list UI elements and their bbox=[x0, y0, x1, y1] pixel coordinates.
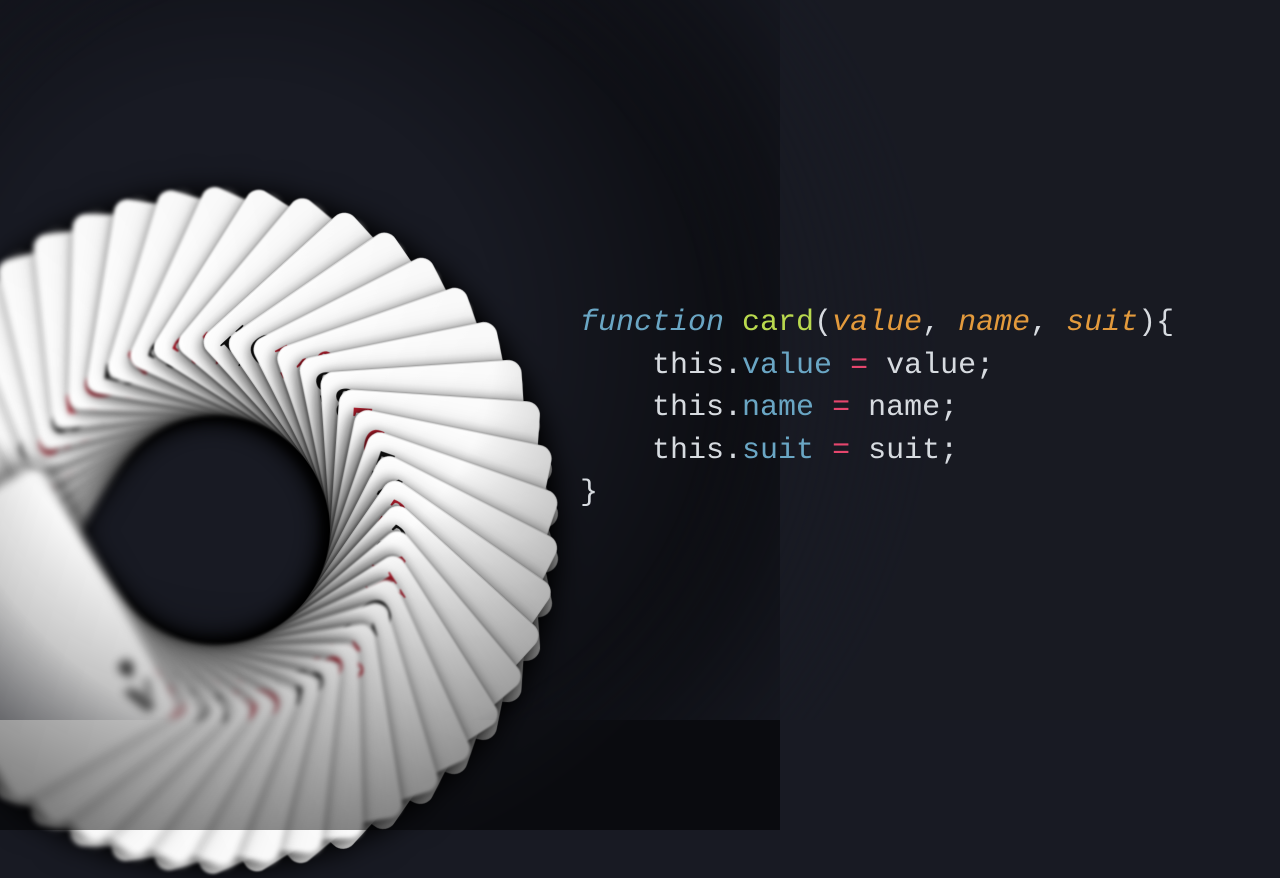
comma: , bbox=[1030, 306, 1066, 340]
brace-close: } bbox=[580, 476, 598, 510]
keyword-this: this bbox=[652, 391, 724, 425]
paren-close: ) bbox=[1138, 306, 1156, 340]
keyword-this: this bbox=[652, 349, 724, 383]
indent bbox=[580, 434, 652, 468]
card-suit-icon: ♣ bbox=[110, 650, 141, 685]
dot: . bbox=[724, 434, 742, 468]
ident-value: value bbox=[886, 349, 976, 383]
semi: ; bbox=[976, 349, 994, 383]
equals: = bbox=[832, 349, 886, 383]
param-value: value bbox=[832, 306, 922, 340]
brace-open: { bbox=[1156, 306, 1174, 340]
keyword-function: function bbox=[580, 306, 724, 340]
keyword-this: this bbox=[652, 434, 724, 468]
code-snippet: function card(value, name, suit){ this.v… bbox=[580, 302, 1174, 515]
paren-open: ( bbox=[814, 306, 832, 340]
param-name: name bbox=[958, 306, 1030, 340]
dot: . bbox=[724, 349, 742, 383]
prop-name: name bbox=[742, 391, 814, 425]
semi: ; bbox=[940, 391, 958, 425]
function-name: card bbox=[742, 306, 814, 340]
ident-suit: suit bbox=[868, 434, 940, 468]
param-suit: suit bbox=[1066, 306, 1138, 340]
equals: = bbox=[814, 391, 868, 425]
equals: = bbox=[814, 434, 868, 468]
indent bbox=[580, 391, 652, 425]
prop-value: value bbox=[742, 349, 832, 383]
ident-name: name bbox=[868, 391, 940, 425]
dot: . bbox=[724, 391, 742, 425]
comma: , bbox=[922, 306, 958, 340]
semi: ; bbox=[940, 434, 958, 468]
indent bbox=[580, 349, 652, 383]
prop-suit: suit bbox=[742, 434, 814, 468]
